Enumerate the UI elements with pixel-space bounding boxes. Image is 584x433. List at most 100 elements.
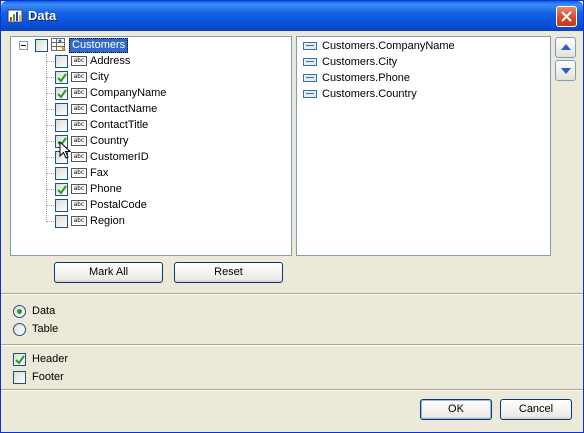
tree-field-row[interactable]: abc Fax [11,165,291,181]
tree-guide-line [47,157,54,158]
tree-guide-line [47,61,54,62]
tree-guide-line [47,125,54,126]
arrow-up-icon [561,44,571,50]
field-label[interactable]: CompanyName [90,85,166,101]
text-field-icon: abc [71,136,87,146]
field-label[interactable]: ContactTitle [90,117,148,133]
root-checkbox[interactable] [35,39,48,52]
selected-field-item[interactable]: Customers.City [303,54,543,70]
text-field-icon: abc [71,168,87,178]
text-field-icon: abc [71,72,87,82]
text-field-icon: abc [71,200,87,210]
tree-field-row[interactable]: abc Country [11,133,291,149]
band-checkbox[interactable] [13,371,26,384]
tree-field-row[interactable]: abc CompanyName [11,85,291,101]
field-label[interactable]: Fax [90,165,108,181]
tree-guide-line [47,109,54,110]
field-label[interactable]: Region [90,213,125,229]
tree-guide-line [47,221,54,222]
tree-guide-line [47,141,54,142]
tree-field-row[interactable]: abc Address [11,53,291,69]
data-window-icon [7,8,23,24]
tree-field-row[interactable]: abc Region [11,213,291,229]
tree-guide-line [47,173,54,174]
band-checkbox-label[interactable]: Header [32,353,68,366]
separator [1,389,583,391]
window-title: Data [28,8,57,23]
field-checkbox[interactable] [55,215,68,228]
separator [1,293,583,295]
field-icon [303,90,317,98]
field-checkbox[interactable] [55,119,68,132]
text-field-icon: abc [71,216,87,226]
tree-field-row[interactable]: abc Phone [11,181,291,197]
field-checkbox[interactable] [55,103,68,116]
collapse-icon[interactable] [19,41,28,50]
move-up-button[interactable] [555,37,576,58]
selected-field-item[interactable]: Customers.Country [303,86,543,102]
mouse-cursor-icon [59,141,71,159]
text-field-icon: abc [71,104,87,114]
checkmark-icon [57,89,67,99]
field-label[interactable]: City [90,69,109,85]
selected-field-label: Customers.Country [322,88,417,100]
title-bar[interactable]: Data [1,1,583,31]
source-radio[interactable] [13,323,26,336]
tree-field-row[interactable]: abc CustomerID [11,149,291,165]
text-field-icon: abc [71,120,87,130]
field-label[interactable]: Phone [90,181,122,197]
tree-guide-line [47,189,54,190]
text-field-icon: abc [71,152,87,162]
mark-all-button[interactable]: Mark All [54,262,163,283]
selected-field-label: Customers.Phone [322,72,411,84]
band-checkbox-label[interactable]: Footer [32,371,64,384]
field-label[interactable]: ContactName [90,101,157,117]
tree-field-row[interactable]: abc ContactName [11,101,291,117]
field-checkbox[interactable] [55,199,68,212]
checkmark-icon [15,355,25,365]
field-tree[interactable]: Customers abc Address abc City abc CompanyNam… [10,36,292,256]
ok-button[interactable]: OK [420,399,492,420]
checkmark-icon [57,185,67,195]
field-icon [303,74,317,82]
move-down-button[interactable] [555,60,576,81]
field-label[interactable]: CustomerID [90,149,149,165]
field-icon [303,58,317,66]
field-icon [303,42,317,50]
source-radio-label[interactable]: Table [32,323,58,336]
source-radio-label[interactable]: Data [32,305,55,318]
field-label[interactable]: PostalCode [90,197,147,213]
source-radio[interactable] [13,305,26,318]
field-label[interactable]: Country [90,133,129,149]
field-label[interactable]: Address [90,53,130,69]
text-field-icon: abc [71,56,87,66]
tree-root-row[interactable]: Customers [11,37,291,53]
tree-guide-line [47,205,54,206]
tree-field-row[interactable]: abc PostalCode [11,197,291,213]
band-checkbox[interactable] [13,353,26,366]
tree-guide-line [47,77,54,78]
tree-root-label[interactable]: Customers [69,38,129,53]
field-checkbox[interactable] [55,167,68,180]
cancel-button[interactable]: Cancel [500,399,572,420]
checkmark-icon [57,73,67,83]
separator [1,344,583,346]
tree-field-row[interactable]: abc City [11,69,291,85]
close-button[interactable] [556,6,577,27]
field-checkbox[interactable] [55,71,68,84]
field-checkbox[interactable] [55,87,68,100]
arrow-down-icon [561,68,571,74]
close-icon [561,11,572,22]
selected-field-label: Customers.CompanyName [322,40,455,52]
selected-field-item[interactable]: Customers.Phone [303,70,543,86]
reset-button[interactable]: Reset [174,262,283,283]
selected-field-list[interactable]: Customers.CompanyName Customers.City Custo… [296,36,551,256]
tree-guide-line [47,93,54,94]
text-field-icon: abc [71,88,87,98]
field-checkbox[interactable] [55,183,68,196]
selected-field-item[interactable]: Customers.CompanyName [303,38,543,54]
tree-field-row[interactable]: abc ContactTitle [11,117,291,133]
selected-field-label: Customers.City [322,56,398,68]
field-checkbox[interactable] [55,55,68,68]
text-field-icon: abc [71,184,87,194]
